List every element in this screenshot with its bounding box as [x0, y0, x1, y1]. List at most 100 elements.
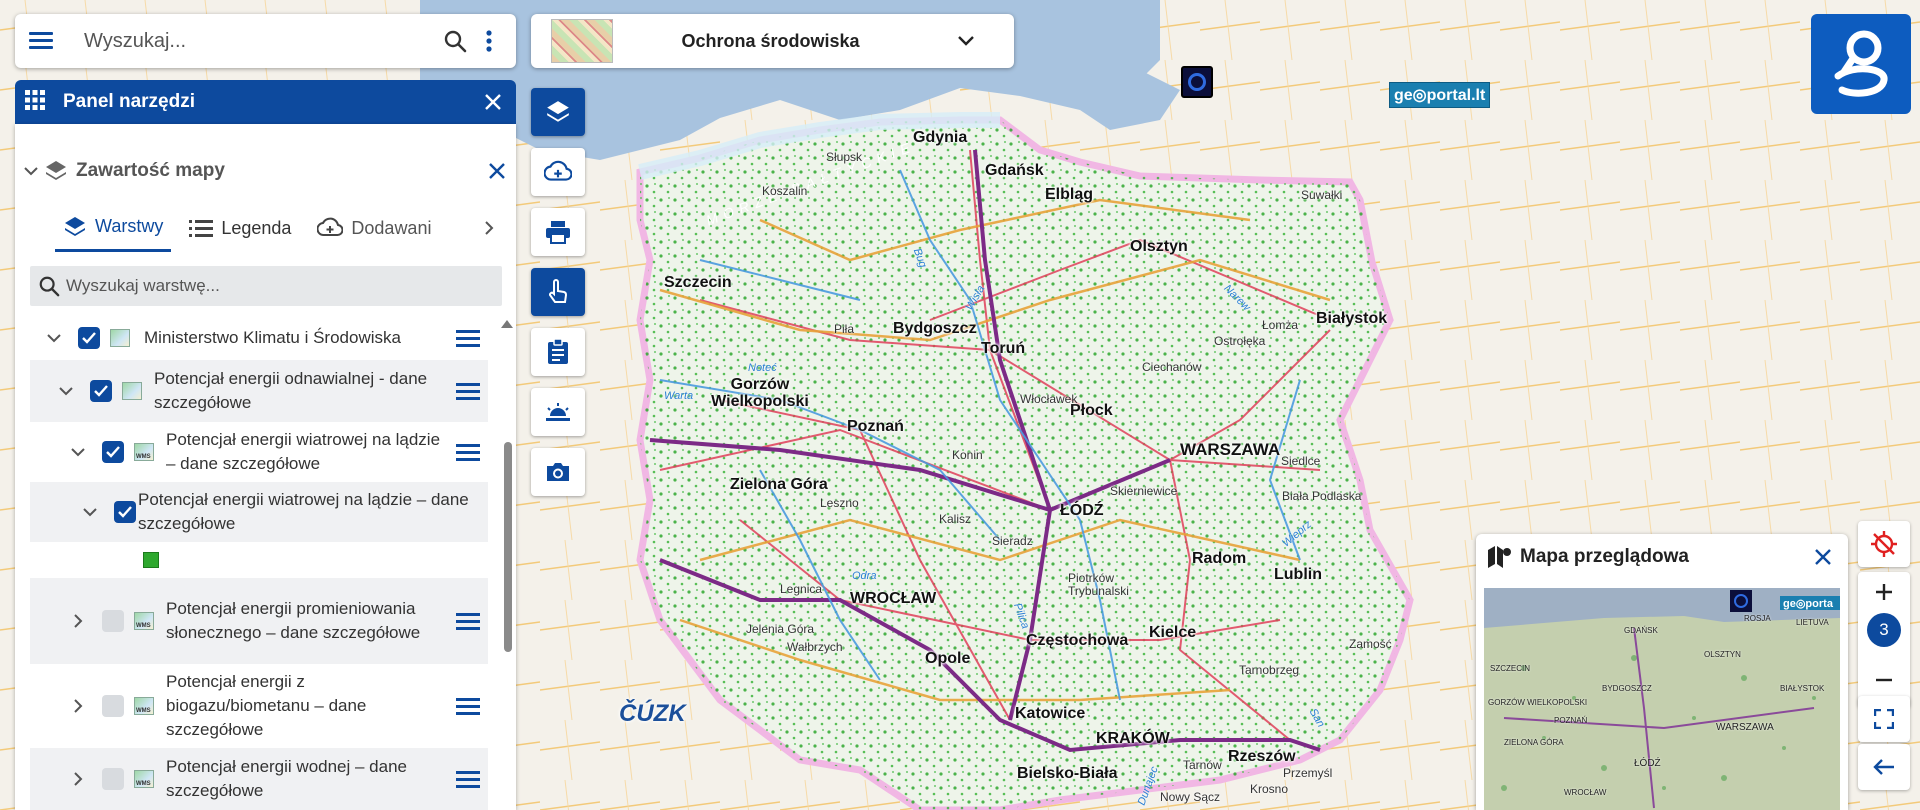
expand-toggle[interactable] [80, 502, 100, 522]
layer-item[interactable]: Potencjał energii promieniowania słonecz… [30, 578, 488, 664]
chevron-down-icon [83, 508, 97, 517]
image-layer-icon [110, 329, 130, 347]
layer-label: Potencjał energii wiatrowej na lądzie – … [138, 490, 469, 533]
overview-city-label: BYDGOSZCZ [1602, 684, 1652, 693]
zoom-in-button[interactable] [1858, 572, 1910, 612]
layer-item[interactable]: Ministerstwo Klimatu i Środowiska [30, 316, 488, 360]
close-icon [485, 94, 501, 110]
checkmark-icon [94, 385, 108, 397]
layer-search-input[interactable]: Wyszukaj warstwę... [60, 276, 220, 296]
layer-menu-button[interactable] [448, 697, 488, 715]
identify-tool-button[interactable] [531, 268, 585, 316]
print-tool-button[interactable] [531, 208, 585, 256]
expand-toggle[interactable] [56, 381, 76, 401]
tab-add-data[interactable]: Dodawani [309, 204, 447, 252]
overview-city-label: WROCŁAW [1564, 788, 1607, 797]
layer-search-field[interactable]: Wyszukaj warstwę... [30, 266, 502, 306]
layer-tree: Ministerstwo Klimatu i Środowiska Potenc… [30, 316, 488, 810]
close-tool-panel-button[interactable] [476, 85, 510, 119]
screenshot-tool-button[interactable] [531, 448, 585, 496]
tab-label: Legenda [221, 217, 292, 238]
legend-swatch [143, 552, 159, 568]
layer-label: Potencjał energii odnawialnej - dane szc… [154, 369, 428, 412]
map-content-tabs: Warstwy Legenda Dodawani [15, 204, 516, 252]
expand-toggle[interactable] [68, 442, 88, 462]
overview-city-label: GDAŃSK [1624, 626, 1658, 635]
overview-city-label: ROSJA [1744, 614, 1771, 623]
search-button[interactable] [438, 24, 472, 58]
location-toggle-button[interactable] [1858, 521, 1910, 567]
layer-checkbox[interactable] [102, 441, 124, 463]
expand-toggle[interactable] [68, 611, 88, 631]
tabs-scroll-right-button[interactable] [472, 211, 506, 245]
wms-layer-icon [134, 443, 154, 461]
expand-toggle[interactable] [68, 769, 88, 789]
layer-item[interactable]: Potencjał energii wiatrowej na lądzie – … [30, 422, 488, 482]
close-icon [1815, 549, 1831, 565]
location-marker-icon[interactable] [1181, 66, 1213, 98]
layer-item[interactable]: Potencjał energii wiatrowej na lądzie – … [30, 482, 488, 542]
printer-icon [546, 221, 570, 244]
zoom-out-button[interactable] [1858, 660, 1910, 700]
clipboard-tool-button[interactable] [531, 328, 585, 376]
menu-icon [456, 443, 480, 461]
layer-menu-button[interactable] [448, 382, 488, 400]
menu-icon [456, 329, 480, 347]
list-icon [189, 220, 214, 237]
layer-menu-button[interactable] [448, 770, 488, 788]
terrain-tool-button[interactable] [531, 388, 585, 436]
close-overview-button[interactable] [1806, 540, 1840, 574]
layers-icon [547, 101, 569, 122]
tab-legend[interactable]: Legenda [181, 204, 299, 252]
overview-city-label: SZCZECIN [1490, 664, 1530, 673]
layer-checkbox[interactable] [102, 610, 124, 632]
layer-checkbox[interactable] [78, 327, 100, 349]
arrow-left-icon [1873, 759, 1894, 775]
theme-selector[interactable]: Ochrona środowiska [531, 14, 1014, 68]
search-input[interactable]: Wyszukaj... [67, 30, 438, 53]
scrollbar-thumb[interactable] [504, 442, 512, 652]
tab-layers[interactable]: Warstwy [55, 204, 172, 252]
location-off-icon [1871, 531, 1897, 557]
layer-checkbox[interactable] [102, 695, 124, 717]
geoportal-lt-logo[interactable]: ge◎portal.lt [1389, 82, 1491, 108]
main-menu-button[interactable] [15, 32, 67, 50]
clipboard-icon [548, 339, 568, 364]
close-map-content-button[interactable] [480, 154, 514, 188]
scroll-up-arrow-icon[interactable] [501, 320, 513, 328]
layer-label: Potencjał energii wodnej – dane szczegół… [166, 757, 408, 800]
main-search-bar: Wyszukaj... [15, 14, 516, 68]
minus-icon [1876, 678, 1892, 682]
add-data-tool-button[interactable] [531, 148, 585, 196]
checkmark-icon [82, 332, 96, 344]
menu-icon [456, 612, 480, 630]
collapse-map-content-button[interactable] [18, 154, 44, 188]
layer-checkbox[interactable] [114, 501, 136, 523]
geoportal-logo[interactable] [1811, 14, 1911, 114]
layer-item[interactable]: Potencjał energii z biogazu/biometanu – … [30, 664, 488, 748]
overview-title: Mapa przeglądowa [1520, 546, 1689, 567]
svg-text:ge◎porta: ge◎porta [1783, 598, 1834, 610]
layer-item[interactable]: Potencjał energii odnawialnej - dane szc… [30, 360, 488, 422]
wms-layer-icon [134, 612, 154, 630]
expand-toggle[interactable] [68, 696, 88, 716]
overview-header: Mapa przeglądowa [1476, 534, 1848, 580]
layers-tool-button[interactable] [531, 88, 585, 136]
layer-item[interactable]: Potencjał energii wodnej – dane szczegół… [30, 748, 488, 810]
cuzk-logo[interactable]: ČÚZK [619, 700, 686, 728]
layer-checkbox[interactable] [90, 380, 112, 402]
layer-checkbox[interactable] [102, 768, 124, 790]
overview-city-label: BIAŁYSTOK [1780, 684, 1825, 693]
back-button[interactable] [1858, 744, 1910, 790]
plus-icon [1876, 584, 1892, 600]
more-options-button[interactable] [472, 24, 506, 58]
layer-tree-scrollbar[interactable] [501, 320, 513, 810]
layer-menu-button[interactable] [448, 612, 488, 630]
layers-icon [46, 161, 66, 180]
map-content-title: Zawartość mapy [76, 160, 225, 181]
fullscreen-button[interactable] [1858, 696, 1910, 742]
expand-toggle[interactable] [44, 328, 64, 348]
layer-menu-button[interactable] [448, 329, 488, 347]
layer-menu-button[interactable] [448, 443, 488, 461]
overview-map[interactable]: ge◎porta GDAŃSK OLSZTYN SZCZECIN BYDGOSZ… [1484, 588, 1840, 810]
